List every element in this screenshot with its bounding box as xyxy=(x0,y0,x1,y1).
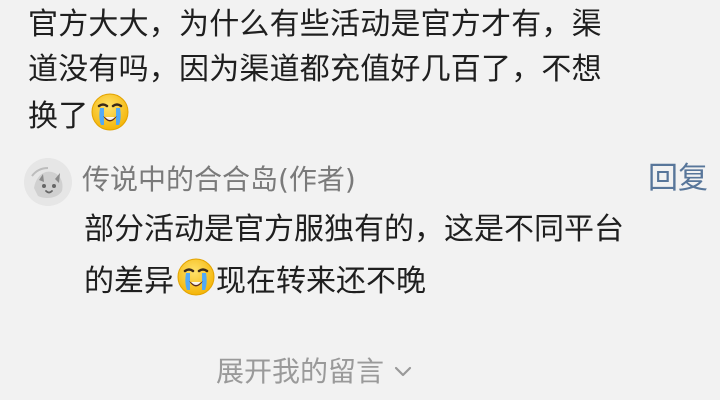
avatar-icon[interactable] xyxy=(24,158,72,206)
reply-line-text: 现在转来还不晚 xyxy=(216,264,426,299)
reply-line: 的差异 现在转来还不晚 xyxy=(84,256,714,308)
reply-text: 部分活动是官方服独有的，这是不同平台 的差异 现在转来还不晚 xyxy=(84,204,714,308)
loudly-crying-face-icon xyxy=(90,92,130,145)
comment-line: 官方大大，为什么有些活动是官方才有，渠 xyxy=(28,7,602,42)
expand-my-comments-button[interactable]: 展开我的留言 xyxy=(216,350,412,391)
reply-header: 传说中的合合岛(作者) 回复 xyxy=(24,158,714,208)
comment-line: 道没有吗，因为渠道都充值好几百了，不想 xyxy=(28,52,602,87)
reply-button[interactable]: 回复 xyxy=(648,161,708,197)
comment-text: 官方大大，为什么有些活动是官方才有，渠 道没有吗，因为渠道都充值好几百了，不想 … xyxy=(28,2,708,137)
reply-author[interactable]: 传说中的合合岛(作者) xyxy=(82,162,356,198)
chevron-down-icon xyxy=(394,350,412,388)
reply-line-text: 的差异 xyxy=(84,264,174,299)
comment-line: 换了 xyxy=(28,92,708,137)
comment-line-text: 换了 xyxy=(28,99,89,134)
comment-thread: 官方大大，为什么有些活动是官方才有，渠 道没有吗，因为渠道都充值好几百了，不想 … xyxy=(0,0,720,400)
reply-line: 部分活动是官方服独有的，这是不同平台 xyxy=(84,212,624,247)
loudly-crying-face-icon xyxy=(176,257,216,314)
expand-label: 展开我的留言 xyxy=(216,355,385,388)
